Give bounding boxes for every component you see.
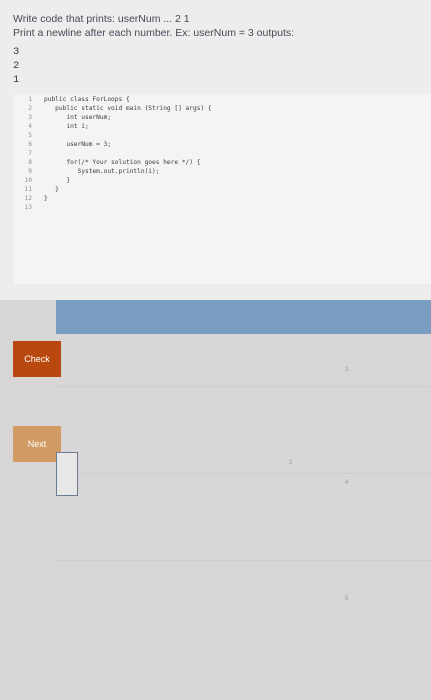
code-line[interactable]: } — [44, 176, 212, 185]
line-number: 13 — [24, 204, 32, 211]
line-number: 1 — [28, 96, 32, 103]
progress-divider — [56, 473, 431, 474]
sample-output-line: 1 — [13, 74, 20, 86]
challenge-panel: Write code that prints: userNum ... 2 1 … — [0, 0, 431, 300]
page: Write code that prints: userNum ... 2 1 … — [0, 0, 431, 700]
code-line[interactable]: for(/* Your solution goes here */) { — [44, 158, 212, 167]
sample-output-line: 3 — [13, 46, 20, 58]
check-button[interactable]: Check — [13, 341, 61, 377]
code-line[interactable]: System.out.println(i); — [44, 167, 212, 176]
challenge-prompt: Write code that prints: userNum ... 2 1 … — [13, 12, 294, 40]
prompt-line-1: Write code that prints: userNum ... 2 1 — [13, 13, 190, 25]
level-label-3: 3 — [345, 367, 349, 373]
line-number: 3 — [28, 114, 32, 121]
code-line[interactable] — [44, 149, 212, 158]
sample-output-line: 2 — [13, 60, 20, 72]
line-number: 9 — [28, 168, 32, 175]
line-number: 6 — [28, 141, 32, 148]
level-label-2: 2 — [289, 460, 293, 466]
next-button[interactable]: Next — [13, 426, 61, 462]
current-level-box[interactable] — [56, 452, 78, 496]
line-number: 4 — [28, 123, 32, 130]
line-number: 7 — [28, 150, 32, 157]
level-label-5: 5 — [345, 596, 349, 602]
code-line[interactable]: } — [44, 185, 212, 194]
line-number: 5 — [28, 132, 32, 139]
line-number: 10 — [24, 177, 32, 184]
code-line[interactable]: public static void main (String [] args)… — [44, 104, 211, 113]
progress-area: Check Next 2 3 4 5 — [0, 300, 431, 700]
code-line[interactable] — [44, 203, 212, 212]
progress-divider — [56, 386, 431, 387]
progress-bar — [56, 300, 431, 334]
line-number-gutter: 1 2 3 4 5 6 7 8 9 10 11 12 13 — [14, 95, 36, 212]
code-area[interactable]: public class ForLoops { public static vo… — [44, 95, 212, 212]
level-label-4: 4 — [345, 480, 349, 486]
line-number: 8 — [28, 159, 32, 166]
progress-divider — [56, 560, 431, 561]
code-line[interactable]: userNum = 3; — [44, 140, 212, 149]
code-line[interactable]: int userNum; — [44, 113, 212, 122]
code-line[interactable]: public class ForLoops { — [44, 95, 212, 104]
code-line[interactable]: int i; — [44, 122, 212, 131]
line-number: 12 — [24, 195, 32, 202]
code-editor[interactable]: 1 2 3 4 5 6 7 8 9 10 11 12 13 public cla… — [14, 94, 431, 284]
line-number: 2 — [28, 105, 32, 112]
code-line[interactable] — [44, 131, 212, 140]
prompt-line-2: Print a newline after each number. Ex: u… — [13, 27, 295, 39]
code-line[interactable]: } — [44, 194, 212, 203]
line-number: 11 — [24, 186, 32, 193]
sample-output: 3 2 1 — [13, 45, 19, 87]
